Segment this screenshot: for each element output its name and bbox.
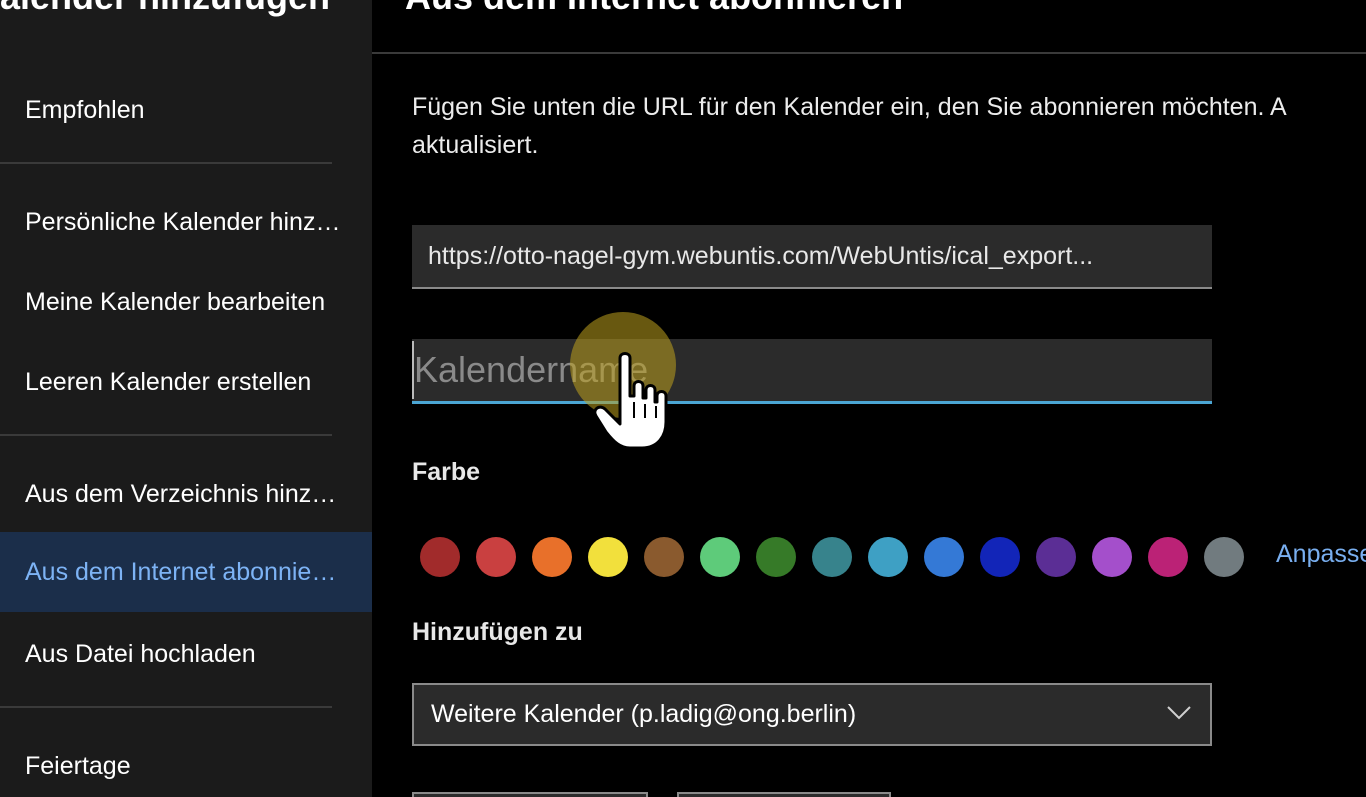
sidebar-title: alender hinzufügen xyxy=(0,0,355,18)
nav-item-subscribe-from-web[interactable]: Aus dem Internet abonnieren xyxy=(0,532,372,612)
color-swatch[interactable] xyxy=(700,537,740,577)
calendar-name-input[interactable] xyxy=(412,341,1196,399)
color-swatch[interactable] xyxy=(532,537,572,577)
add-to-label: Hinzufügen zu xyxy=(412,618,583,646)
header-divider xyxy=(372,52,1366,54)
color-swatch[interactable] xyxy=(756,537,796,577)
chevron-down-icon xyxy=(1167,706,1191,720)
nav-item-personal-calendars[interactable]: Persönliche Kalender hinzufügen xyxy=(0,182,372,262)
color-label: Farbe xyxy=(412,458,481,486)
save-button[interactable] xyxy=(412,792,648,797)
color-swatch[interactable] xyxy=(644,537,684,577)
calendar-url-input[interactable]: https://otto-nagel-gym.webuntis.com/WebU… xyxy=(412,225,1212,289)
cancel-button[interactable] xyxy=(677,792,891,797)
color-swatch[interactable] xyxy=(868,537,908,577)
color-swatch[interactable] xyxy=(588,537,628,577)
calendar-url-value: https://otto-nagel-gym.webuntis.com/WebU… xyxy=(428,241,1094,270)
nav-item-from-directory[interactable]: Aus dem Verzeichnis hinzufügen xyxy=(0,454,372,534)
page-title: Aus dem Internet abonnieren xyxy=(405,0,903,18)
color-swatch[interactable] xyxy=(476,537,516,577)
nav-item-edit-calendars[interactable]: Meine Kalender bearbeiten xyxy=(0,262,372,342)
color-swatch[interactable] xyxy=(1092,537,1132,577)
sidebar-divider xyxy=(0,434,332,436)
sidebar-divider xyxy=(0,162,332,164)
customize-color-link[interactable]: Anpassen xyxy=(1276,540,1366,569)
color-swatch[interactable] xyxy=(1204,537,1244,577)
color-swatch[interactable] xyxy=(1036,537,1076,577)
calendar-name-field[interactable] xyxy=(412,339,1212,404)
color-swatch[interactable] xyxy=(420,537,460,577)
color-swatch[interactable] xyxy=(924,537,964,577)
color-swatch-list xyxy=(420,537,1260,577)
color-swatch[interactable] xyxy=(980,537,1020,577)
nav-item-holidays[interactable]: Feiertage xyxy=(0,726,372,797)
sidebar-divider xyxy=(0,706,332,708)
sidebar: alender hinzufügen Empfohlen Persönliche… xyxy=(0,0,372,797)
add-to-calendar-select[interactable]: Weitere Kalender (p.ladig@ong.berlin) xyxy=(412,683,1212,746)
nav-item-create-blank-calendar[interactable]: Leeren Kalender erstellen xyxy=(0,342,372,422)
add-to-calendar-value: Weitere Kalender (p.ladig@ong.berlin) xyxy=(431,700,857,728)
nav-item-upload-from-file[interactable]: Aus Datei hochladen xyxy=(0,614,372,694)
color-swatch[interactable] xyxy=(1148,537,1188,577)
color-swatch[interactable] xyxy=(812,537,852,577)
nav-item-empfohlen[interactable]: Empfohlen xyxy=(0,70,372,150)
intro-text: Fügen Sie unten die URL für den Kalender… xyxy=(412,93,1286,159)
main-panel: Aus dem Internet abonnieren Fügen Sie un… xyxy=(372,0,1366,797)
